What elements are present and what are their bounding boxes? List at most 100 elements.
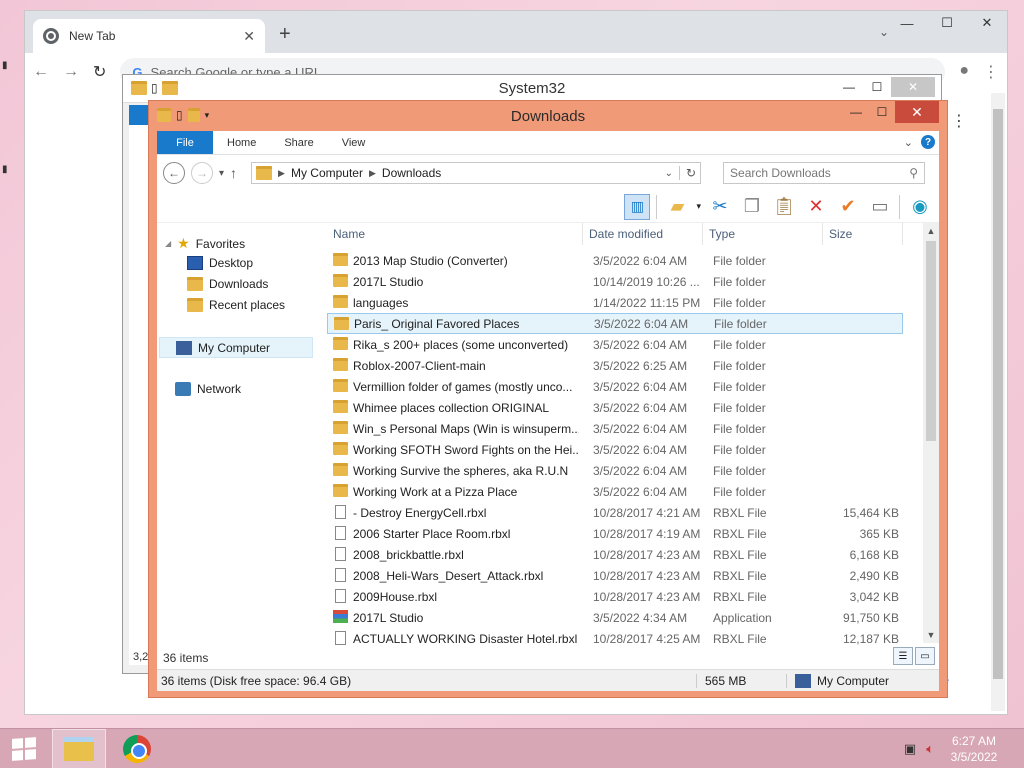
new-tab-button[interactable]: + bbox=[279, 23, 291, 46]
chrome-maximize-button[interactable]: ☐ bbox=[927, 11, 967, 35]
file-date: 10/28/2017 4:21 AM bbox=[593, 505, 701, 520]
clock[interactable]: 6:27 AM 3/5/2022 bbox=[944, 733, 1004, 765]
column-size[interactable]: Size bbox=[823, 223, 903, 245]
table-row[interactable]: Win_s Personal Maps (Win is winsuperm...… bbox=[327, 418, 903, 439]
recent-locations-icon[interactable]: ▾ bbox=[219, 168, 224, 179]
close-tab-icon[interactable]: ✕ bbox=[243, 28, 255, 45]
select-icon[interactable]: ▭ bbox=[867, 194, 893, 220]
system32-titlebar[interactable]: ▯ System32 — ☐ ✕ bbox=[123, 75, 941, 103]
downloads-titlebar[interactable]: ▯ ▾ Downloads — ☐ ✕ bbox=[149, 101, 947, 131]
back-button[interactable]: ← bbox=[163, 162, 185, 184]
nav-my-computer[interactable]: My Computer bbox=[159, 337, 313, 358]
menu-icon[interactable]: ⋮ bbox=[983, 62, 999, 82]
table-row[interactable]: languages 1/14/2022 11:15 PM File folder bbox=[327, 292, 903, 313]
column-type[interactable]: Type bbox=[703, 223, 823, 245]
new-folder-icon[interactable] bbox=[161, 81, 178, 95]
downloads-maximize-button[interactable]: ☐ bbox=[869, 101, 895, 123]
properties-folder-icon[interactable]: ▰ bbox=[664, 194, 690, 220]
breadcrumb-my-computer[interactable]: My Computer bbox=[291, 166, 363, 180]
chrome-close-button[interactable]: ✕ bbox=[967, 11, 1007, 35]
tab-share[interactable]: Share bbox=[270, 131, 327, 154]
up-button[interactable]: ↑ bbox=[230, 165, 237, 181]
new-folder-icon[interactable] bbox=[187, 108, 200, 122]
refresh-icon[interactable]: ↻ bbox=[678, 166, 696, 180]
folder-icon bbox=[333, 484, 348, 497]
table-row[interactable]: Paris_ Original Favored Places 3/5/2022 6… bbox=[327, 313, 903, 334]
table-row[interactable]: Working SFOTH Sword Fights on the Hei...… bbox=[327, 439, 903, 460]
table-row[interactable]: Whimee places collection ORIGINAL 3/5/202… bbox=[327, 397, 903, 418]
search-box[interactable]: Search Downloads ⚲ bbox=[723, 162, 926, 184]
nav-desktop[interactable]: Desktop bbox=[187, 256, 253, 270]
table-row[interactable]: 2008_Heli-Wars_Desert_Attack.rbxl 10/28/2… bbox=[327, 565, 903, 586]
nav-network[interactable]: Network bbox=[175, 382, 241, 396]
chrome-minimize-button[interactable]: — bbox=[887, 11, 927, 35]
forward-icon[interactable]: → bbox=[63, 63, 79, 81]
address-dropdown-icon[interactable]: ⌄ bbox=[665, 168, 673, 179]
table-row[interactable]: 2013 Map Studio (Converter) 3/5/2022 6:04… bbox=[327, 250, 903, 271]
forward-button[interactable]: → bbox=[191, 162, 213, 184]
paste-icon[interactable]: 📋︎ bbox=[771, 194, 797, 220]
table-row[interactable]: Working Survive the spheres, aka R.U.N 3/… bbox=[327, 460, 903, 481]
cut-icon[interactable]: ✂ bbox=[707, 194, 733, 220]
column-date-modified[interactable]: Date modified bbox=[583, 223, 703, 245]
table-row[interactable]: Rika_s 200+ places (some unconverted) 3/5… bbox=[327, 334, 903, 355]
table-row[interactable]: 2009House.rbxl 10/28/2017 4:23 AM RBXL Fil… bbox=[327, 586, 903, 607]
network-globe-icon[interactable]: ◉ bbox=[907, 194, 933, 220]
table-row[interactable]: 2017L Studio 10/14/2019 10:26 ... File fol… bbox=[327, 271, 903, 292]
help-icon[interactable]: ? bbox=[921, 135, 935, 149]
reload-icon[interactable]: ↻ bbox=[93, 62, 106, 82]
details-view-icon[interactable]: ☰ bbox=[893, 647, 913, 665]
column-name[interactable]: Name bbox=[327, 223, 583, 245]
system32-minimize-button[interactable]: — bbox=[835, 77, 863, 97]
preview-pane-icon[interactable]: ▥ bbox=[624, 193, 651, 220]
table-row[interactable]: - Destroy EnergyCell.rbxl 10/28/2017 4:21… bbox=[327, 502, 903, 523]
tab-view[interactable]: View bbox=[328, 131, 380, 154]
table-row[interactable]: 2008_brickbattle.rbxl 10/28/2017 4:23 AM R… bbox=[327, 544, 903, 565]
system32-maximize-button[interactable]: ☐ bbox=[863, 77, 891, 97]
file-list-scrollbar[interactable]: ▲ ▼ bbox=[923, 223, 939, 643]
downloads-minimize-button[interactable]: — bbox=[843, 101, 869, 123]
table-row[interactable]: Working Work at a Pizza Place 3/5/2022 6:… bbox=[327, 481, 903, 502]
expand-ribbon-icon[interactable]: ⌄ bbox=[904, 136, 913, 149]
downloads-close-button[interactable]: ✕ bbox=[895, 101, 939, 123]
breadcrumb-downloads[interactable]: Downloads bbox=[382, 166, 441, 180]
start-button[interactable] bbox=[0, 729, 48, 768]
tab-file[interactable]: File bbox=[157, 131, 213, 154]
address-bar[interactable]: ▶ My Computer ▶ Downloads ⌄ ↻ bbox=[251, 162, 702, 184]
scrollbar-thumb[interactable] bbox=[926, 241, 936, 441]
file-size: 3,042 KB bbox=[849, 589, 899, 604]
properties-dropdown-icon[interactable]: ▾ bbox=[696, 201, 701, 212]
large-icons-view-icon[interactable]: ▭ bbox=[915, 647, 935, 665]
volume-muted-icon[interactable]: 🔈︎ bbox=[926, 741, 934, 757]
nav-downloads[interactable]: Downloads bbox=[187, 277, 268, 291]
breadcrumb-separator-icon[interactable]: ▶ bbox=[369, 168, 376, 179]
taskbar-file-explorer[interactable] bbox=[52, 728, 106, 768]
scroll-down-icon[interactable]: ▼ bbox=[923, 627, 939, 643]
chrome-tab[interactable]: New Tab ✕ bbox=[33, 19, 265, 53]
chrome-scrollbar[interactable] bbox=[991, 93, 1005, 711]
table-row[interactable]: ACTUALLY WORKING Disaster Hotel.rbxl 10/2… bbox=[327, 628, 903, 649]
nav-recent-places[interactable]: Recent places bbox=[187, 298, 285, 312]
table-row[interactable]: Vermillion folder of games (mostly unco.… bbox=[327, 376, 903, 397]
rename-icon[interactable]: ✔ bbox=[835, 194, 861, 220]
customize-dropdown-icon[interactable]: ▾ bbox=[205, 110, 210, 121]
chrome-scrollbar-thumb[interactable] bbox=[993, 109, 1003, 679]
copy-icon[interactable]: ❐ bbox=[739, 194, 765, 220]
properties-icon[interactable]: ▯ bbox=[151, 81, 158, 95]
nav-favorites[interactable]: ◢ ★ Favorites bbox=[165, 235, 245, 252]
breadcrumb-separator-icon[interactable]: ▶ bbox=[278, 168, 285, 179]
delete-icon[interactable]: ✕ bbox=[803, 194, 829, 220]
scroll-up-icon[interactable]: ▲ bbox=[923, 223, 939, 239]
table-row[interactable]: 2017L Studio 3/5/2022 4:34 AM Application 9… bbox=[327, 607, 903, 628]
profile-icon[interactable]: ● bbox=[959, 62, 969, 82]
system32-close-button[interactable]: ✕ bbox=[891, 77, 935, 97]
table-row[interactable]: Roblox-2007-Client-main 3/5/2022 6:25 AM F… bbox=[327, 355, 903, 376]
network-tray-icon[interactable]: ▣ bbox=[904, 741, 916, 757]
table-row[interactable]: 2006 Starter Place Room.rbxl 10/28/2017 4… bbox=[327, 523, 903, 544]
taskbar-chrome[interactable] bbox=[110, 729, 164, 768]
file-icon bbox=[335, 589, 346, 603]
expand-arrow-icon[interactable]: ◢ bbox=[165, 239, 171, 248]
back-icon[interactable]: ← bbox=[33, 63, 49, 81]
tab-home[interactable]: Home bbox=[213, 131, 270, 154]
properties-icon[interactable]: ▯ bbox=[176, 108, 183, 122]
